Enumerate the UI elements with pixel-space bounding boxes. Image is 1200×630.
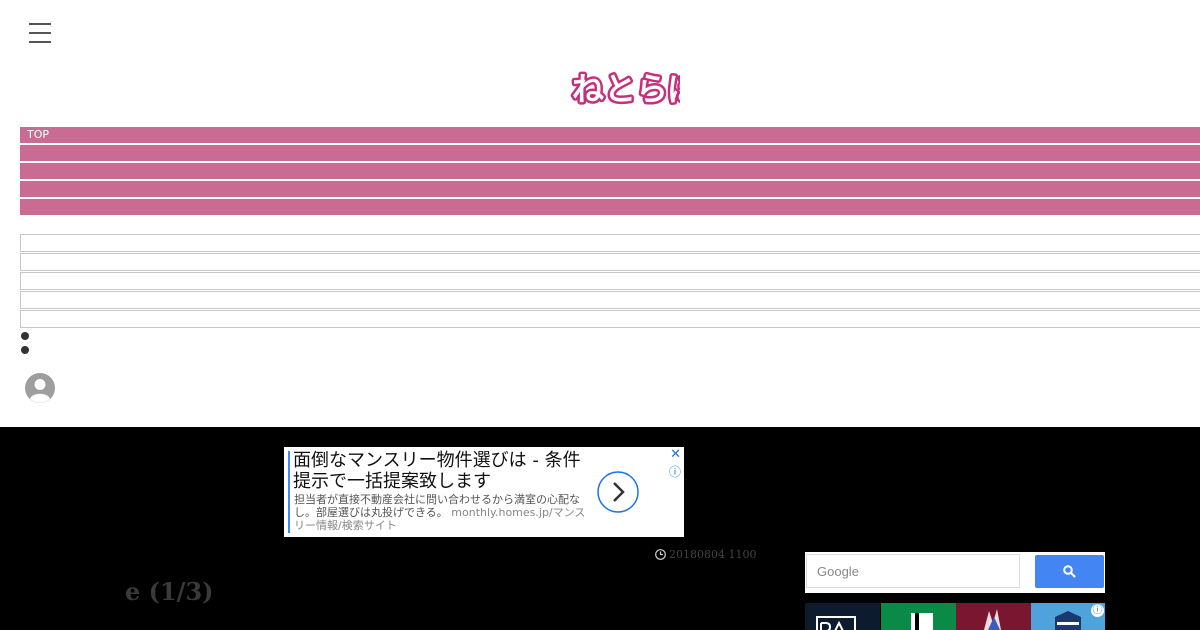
sub-nav-item[interactable] xyxy=(20,272,1200,290)
ad-close-icon[interactable]: ✕ xyxy=(670,447,681,462)
user-avatar-icon[interactable] xyxy=(25,373,55,403)
search-button[interactable] xyxy=(1035,555,1104,588)
team-ad-info-icon[interactable]: ⓘ xyxy=(1091,604,1104,617)
site-logo[interactable]: ねとらぼ ねとらぼ xyxy=(568,66,681,112)
team-tile-1[interactable] xyxy=(805,603,880,630)
menu-icon[interactable] xyxy=(29,23,51,43)
main-nav: TOP xyxy=(20,127,1200,217)
article-timestamp: 20180804 1100 xyxy=(655,548,756,561)
sub-nav-item[interactable] xyxy=(20,291,1200,309)
ad-description: 担当者が直接不動産会社に問い合わせるから満室の心配なし。部屋選びは丸投げできる。… xyxy=(294,493,594,532)
logo-text: ねとらぼ xyxy=(572,70,680,108)
nav-item-5[interactable] xyxy=(20,199,1200,215)
team-ad-banner[interactable]: ⓘ xyxy=(805,603,1105,630)
team-tile-2[interactable] xyxy=(881,603,956,630)
ad-info-icon[interactable]: ⓘ xyxy=(669,463,681,480)
google-search xyxy=(805,552,1105,593)
nav-item-3[interactable] xyxy=(20,163,1200,179)
bullet-list xyxy=(21,332,29,360)
sub-nav-item[interactable] xyxy=(20,310,1200,328)
sub-nav-item[interactable] xyxy=(20,253,1200,271)
ad-banner[interactable]: 面倒なマンスリー物件選びは - 条件提示で一括提案致します 担当者が直接不動産会… xyxy=(284,447,684,537)
nav-item-2[interactable] xyxy=(20,145,1200,161)
bullet-dot xyxy=(21,346,29,354)
nav-item-top[interactable]: TOP xyxy=(20,127,1200,143)
search-icon xyxy=(1063,565,1076,578)
search-input[interactable] xyxy=(806,554,1020,588)
sub-nav-item[interactable] xyxy=(20,234,1200,252)
ad-accent-bar xyxy=(288,451,290,533)
sub-nav xyxy=(20,234,1200,329)
team-tile-3[interactable] xyxy=(956,603,1031,630)
clock-icon xyxy=(655,549,666,560)
timestamp-text: 20180804 1100 xyxy=(669,548,757,561)
bullet-dot xyxy=(21,332,29,340)
article-title: e (1/3) xyxy=(125,577,214,606)
ad-arrow-button[interactable] xyxy=(597,471,639,513)
nav-item-4[interactable] xyxy=(20,181,1200,197)
ad-headline[interactable]: 面倒なマンスリー物件選びは - 条件提示で一括提案致します xyxy=(293,450,593,492)
